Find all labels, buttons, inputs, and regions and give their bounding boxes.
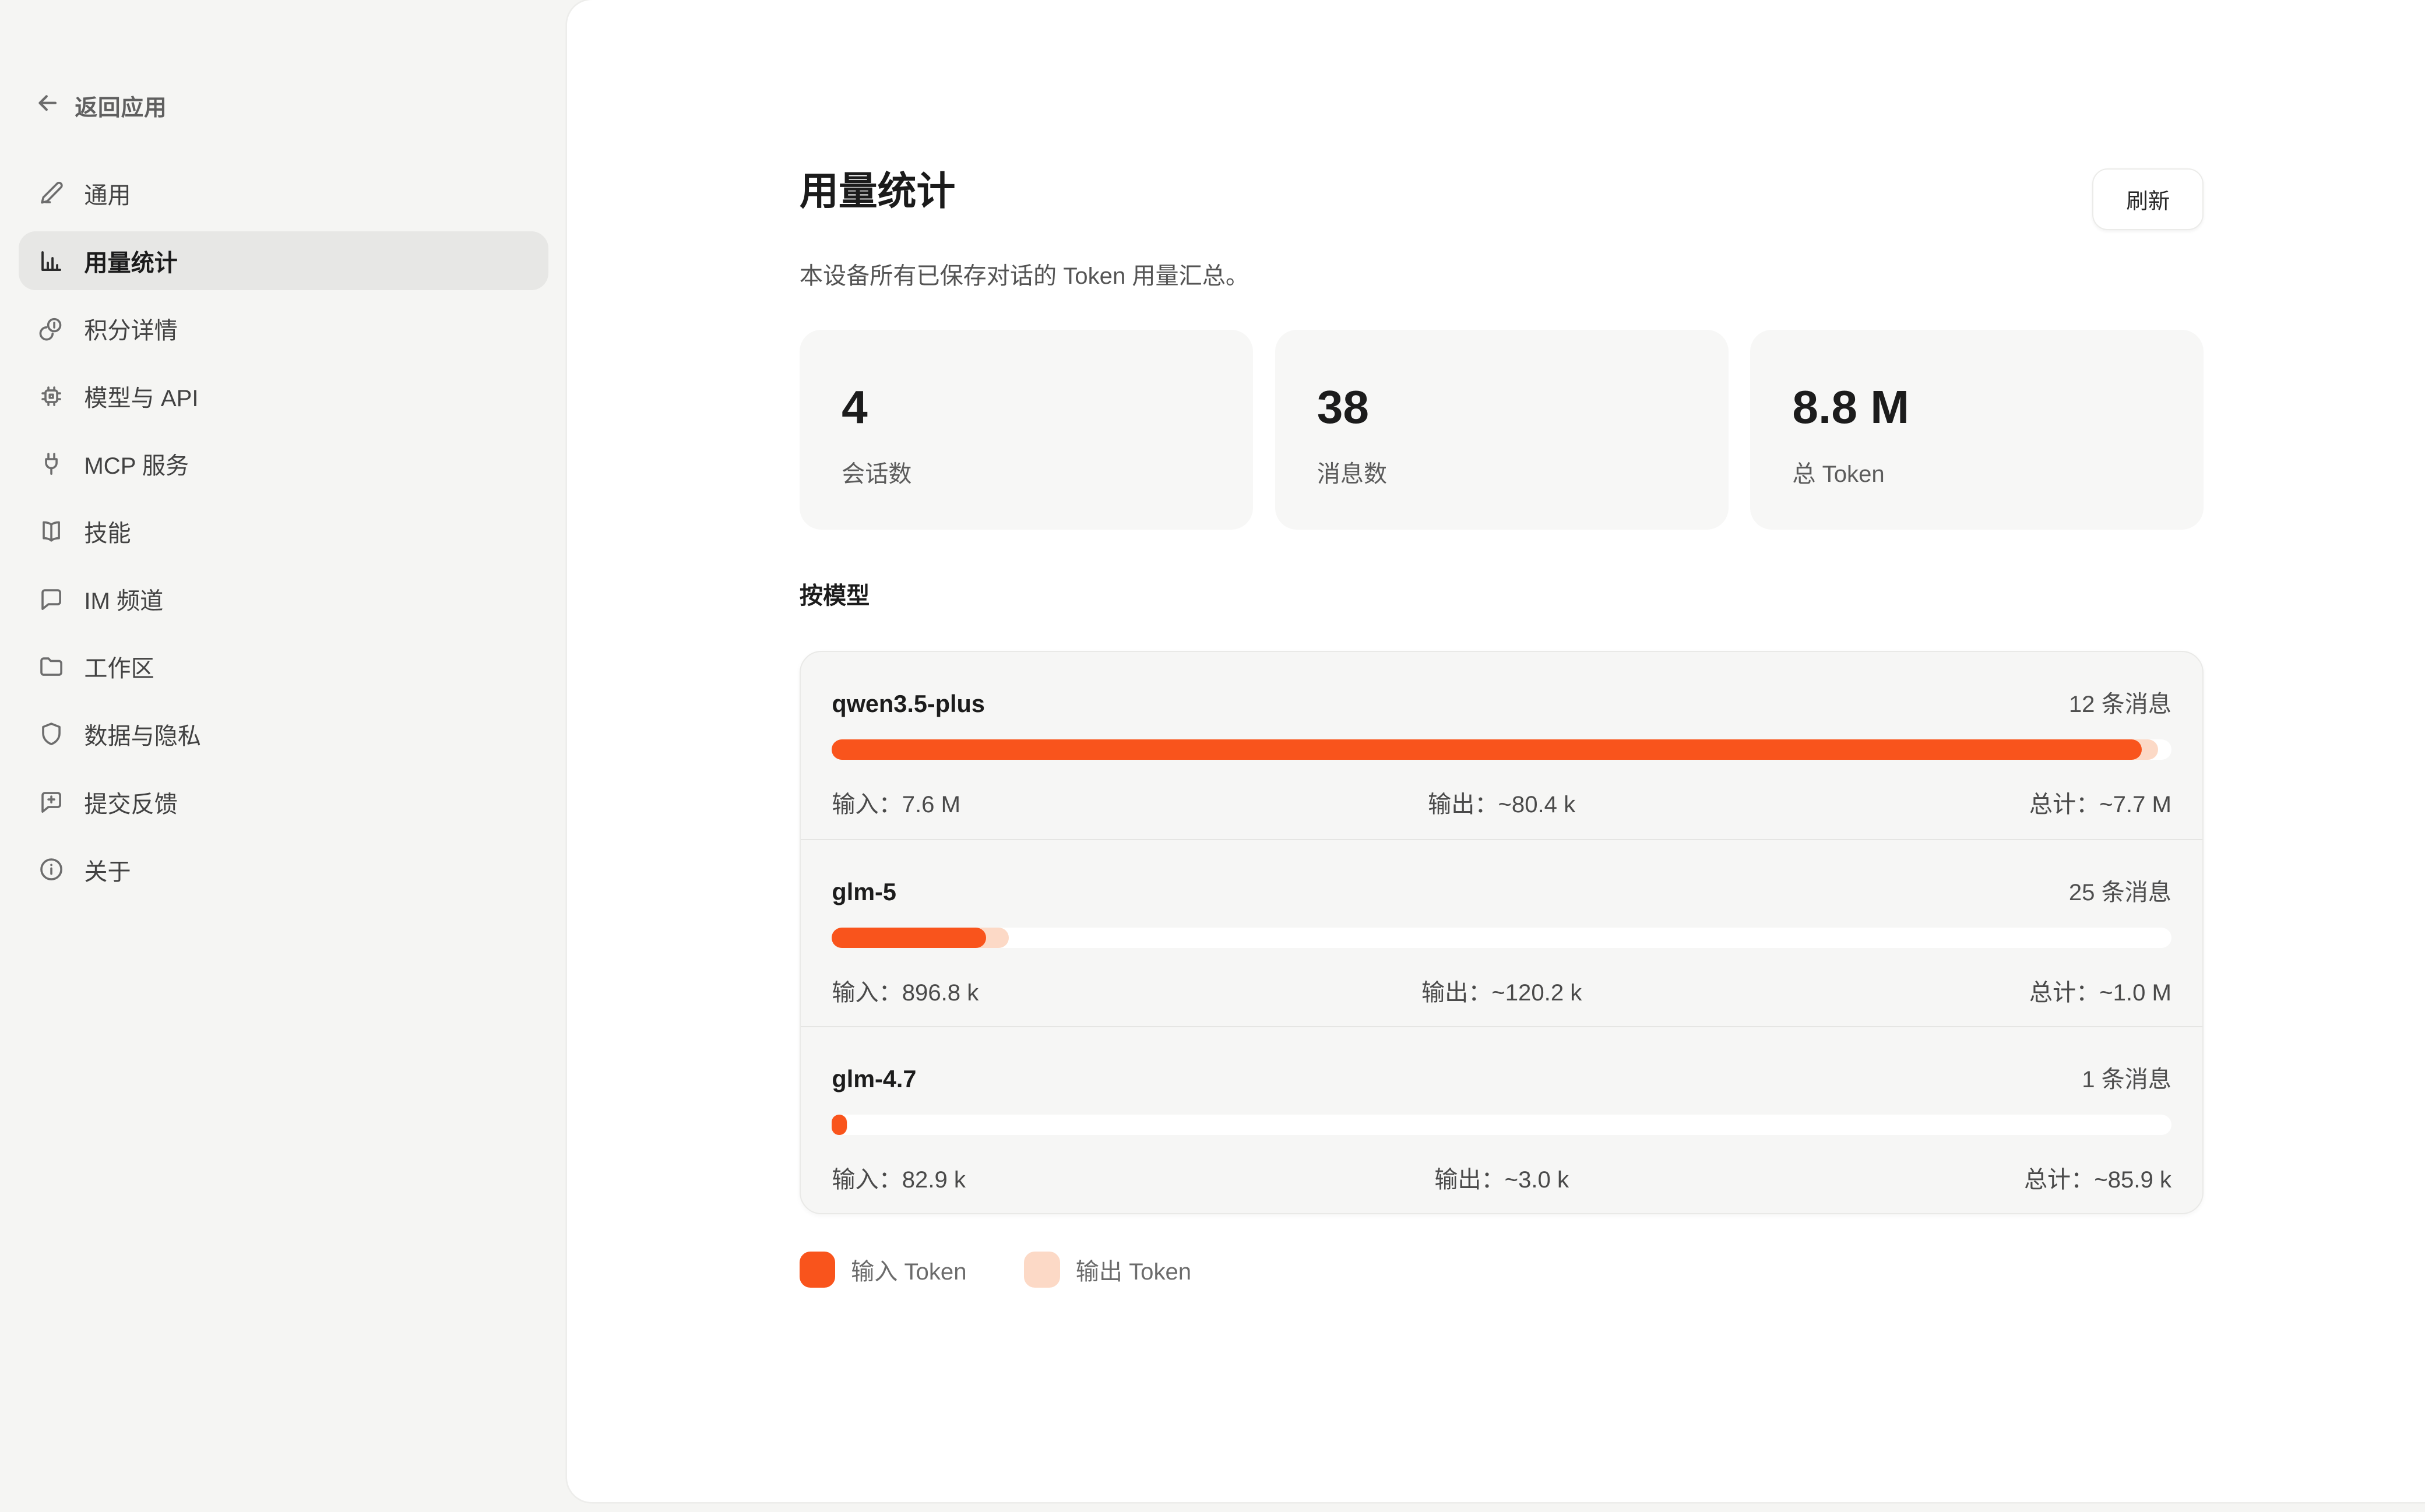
sidebar-item-label: 工作区	[84, 649, 154, 683]
sidebar-nav: 通用 用量统计 积分详情 模型与 API MCP 服务 技能	[19, 164, 548, 908]
model-usage-list: qwen3.5-plus 12 条消息 输入：7.6 M 输出：~80.4 k …	[800, 651, 2204, 1214]
sidebar-item-credits[interactable]: 积分详情	[19, 299, 548, 358]
sidebar-item-models-api[interactable]: 模型与 API	[19, 366, 548, 426]
sidebar-item-feedback[interactable]: 提交反馈	[19, 772, 548, 831]
folder-icon	[37, 653, 65, 681]
model-total-stat: 总计：~1.0 M	[1725, 973, 2171, 1007]
shield-icon	[37, 720, 65, 748]
token-usage-bar	[832, 1115, 2171, 1135]
legend-label: 输出 Token	[1076, 1252, 1191, 1287]
settings-window: 返回应用 通用 用量统计 积分详情 模型与 API MCP 服务	[0, 0, 2425, 1512]
arrow-left-icon	[34, 90, 61, 122]
page-title: 用量统计	[800, 168, 955, 215]
sidebar-item-label: 技能	[84, 514, 131, 548]
chat-bubble-icon	[37, 585, 65, 613]
model-row: glm-5 25 条消息 输入：896.8 k 输出：~120.2 k 总计：~…	[801, 839, 2203, 1026]
model-input-stat: 输入：7.6 M	[832, 785, 1278, 819]
output-token-swatch	[1024, 1252, 1060, 1288]
model-message-count: 25 条消息	[2069, 873, 2171, 907]
input-token-bar-segment	[832, 739, 2142, 760]
card-value: 4	[842, 380, 1211, 434]
summary-cards: 4 会话数 38 消息数 8.8 M 总 Token	[800, 330, 2204, 529]
card-messages: 38 消息数	[1275, 330, 1729, 529]
pencil-icon	[37, 179, 65, 207]
legend-input-token: 输入 Token	[800, 1252, 967, 1288]
model-output-stat: 输出：~3.0 k	[1279, 1160, 1725, 1194]
model-name: glm-4.7	[832, 1065, 916, 1093]
sidebar-item-skills[interactable]: 技能	[19, 502, 548, 561]
bar-chart-icon	[37, 247, 65, 275]
feedback-icon	[37, 788, 65, 816]
plug-icon	[37, 450, 65, 478]
sidebar-item-label: 通用	[84, 176, 131, 210]
model-input-stat: 输入：896.8 k	[832, 973, 1278, 1007]
page-subtitle: 本设备所有已保存对话的 Token 用量汇总。	[800, 256, 2204, 291]
model-row: qwen3.5-plus 12 条消息 输入：7.6 M 输出：~80.4 k …	[801, 652, 2203, 839]
card-label: 消息数	[1317, 454, 1687, 489]
card-value: 8.8 M	[1792, 380, 2162, 434]
sidebar-item-label: 关于	[84, 852, 131, 887]
model-output-stat: 输出：~120.2 k	[1279, 973, 1725, 1007]
sidebar-item-label: 提交反馈	[84, 785, 177, 819]
model-row: glm-4.7 1 条消息 输入：82.9 k 输出：~3.0 k 总计：~85…	[801, 1026, 2203, 1213]
sidebar-item-about[interactable]: 关于	[19, 840, 548, 899]
card-label: 总 Token	[1792, 454, 2162, 489]
book-open-icon	[37, 517, 65, 545]
sidebar-item-im-channels[interactable]: IM 频道	[19, 569, 548, 629]
sidebar-item-usage-stats[interactable]: 用量统计	[19, 231, 548, 291]
refresh-button[interactable]: 刷新	[2092, 168, 2204, 230]
back-to-app-button[interactable]: 返回应用	[19, 86, 548, 126]
chip-icon	[37, 382, 65, 410]
card-value: 38	[1317, 380, 1687, 434]
card-label: 会话数	[842, 454, 1211, 489]
main-panel: 用量统计 刷新 本设备所有已保存对话的 Token 用量汇总。 4 会话数 38…	[567, 0, 2425, 1502]
sidebar-item-label: MCP 服务	[84, 446, 189, 481]
sidebar-item-general[interactable]: 通用	[19, 164, 548, 223]
token-usage-bar	[832, 928, 2171, 948]
input-token-bar-segment	[832, 928, 986, 948]
back-to-app-label: 返回应用	[75, 90, 167, 122]
sidebar-item-data-privacy[interactable]: 数据与隐私	[19, 704, 548, 764]
model-message-count: 12 条消息	[2069, 685, 2171, 719]
model-output-stat: 输出：~80.4 k	[1279, 785, 1725, 819]
sidebar-item-label: IM 频道	[84, 581, 163, 616]
by-model-section-label: 按模型	[800, 576, 2204, 611]
bar-legend: 输入 Token 输出 Token	[800, 1252, 2204, 1288]
model-name: qwen3.5-plus	[832, 690, 985, 718]
coins-icon	[37, 315, 65, 343]
sidebar-item-label: 数据与隐私	[84, 717, 201, 751]
model-total-stat: 总计：~85.9 k	[1725, 1160, 2171, 1194]
sidebar-item-label: 积分详情	[84, 311, 177, 346]
model-total-stat: 总计：~7.7 M	[1725, 785, 2171, 819]
sidebar-item-workspace[interactable]: 工作区	[19, 637, 548, 696]
model-input-stat: 输入：82.9 k	[832, 1160, 1278, 1194]
sidebar-item-label: 用量统计	[84, 244, 177, 278]
model-name: glm-5	[832, 878, 896, 906]
card-conversations: 4 会话数	[800, 330, 1253, 529]
input-token-bar-segment	[832, 1115, 846, 1135]
sidebar-item-mcp[interactable]: MCP 服务	[19, 434, 548, 494]
sidebar-item-label: 模型与 API	[84, 379, 198, 413]
sidebar: 返回应用 通用 用量统计 积分详情 模型与 API MCP 服务	[0, 0, 567, 1512]
token-usage-bar	[832, 739, 2171, 760]
legend-label: 输入 Token	[851, 1252, 966, 1287]
model-message-count: 1 条消息	[2082, 1060, 2171, 1094]
info-icon	[37, 855, 65, 883]
input-token-swatch	[800, 1252, 836, 1288]
legend-output-token: 输出 Token	[1024, 1252, 1191, 1288]
card-total-tokens: 8.8 M 总 Token	[1750, 330, 2204, 529]
